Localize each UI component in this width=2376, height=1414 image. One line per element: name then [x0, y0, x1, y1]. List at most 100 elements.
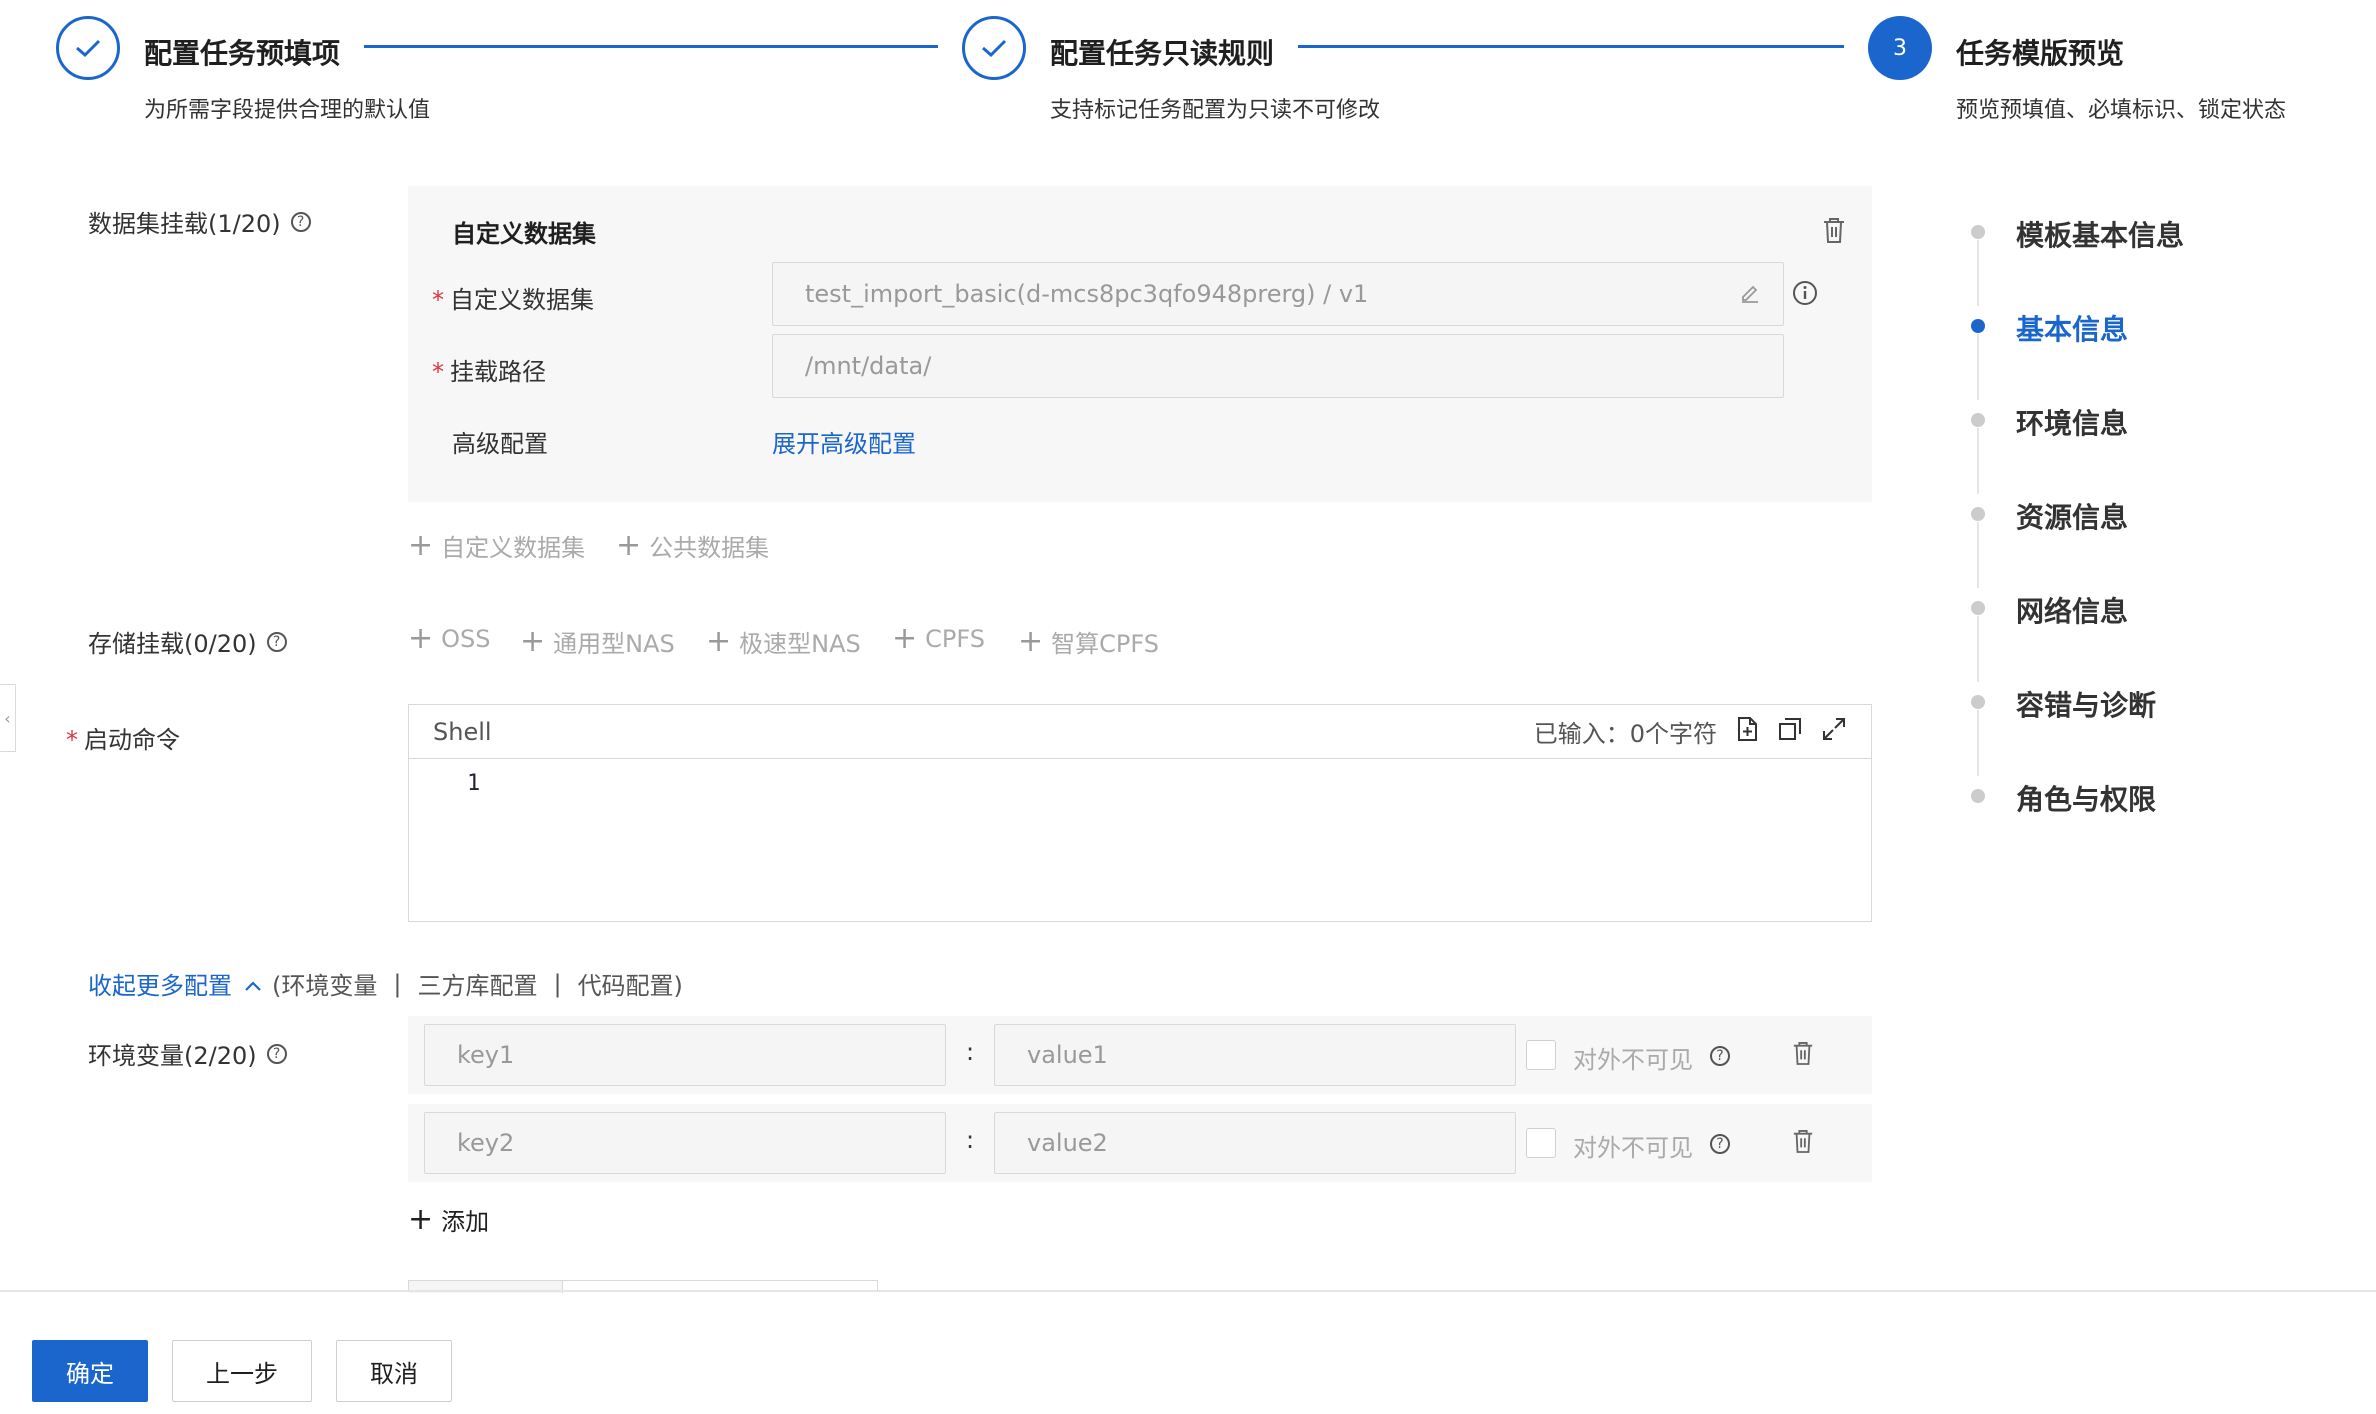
add-custom-dataset-button[interactable]: + 自定义数据集 — [408, 528, 585, 563]
nav-item-template-info[interactable]: 模板基本信息 — [2016, 214, 2184, 254]
env-value-input[interactable]: value2 — [994, 1112, 1516, 1174]
step-connector — [364, 45, 938, 48]
mount-path-field-label: * 挂载路径 — [432, 352, 546, 387]
env-key-input[interactable]: key1 — [424, 1024, 946, 1086]
env-row: key2 : value2 对外不可见 ? — [408, 1104, 1872, 1182]
plus-icon: + — [1018, 623, 1044, 659]
nav-item-resource-info[interactable]: 资源信息 — [2016, 496, 2128, 536]
help-icon[interactable]: ? — [1710, 1046, 1730, 1066]
step-connector — [1298, 45, 1844, 48]
add-env-var-button[interactable]: + 添加 — [408, 1202, 489, 1237]
nav-line — [1977, 522, 1979, 588]
trash-icon[interactable] — [1792, 1040, 1814, 1072]
add-ai-cpfs-button[interactable]: + 智算CPFS — [1018, 624, 1159, 659]
nav-item-fault-tolerance[interactable]: 容错与诊断 — [2016, 684, 2156, 724]
nav-dot — [1971, 413, 1985, 427]
nav-item-basic-info[interactable]: 基本信息 — [2016, 308, 2128, 348]
cancel-button[interactable]: 取消 — [336, 1340, 452, 1402]
add-extreme-nas-button[interactable]: + 极速型NAS — [706, 624, 861, 659]
plus-icon: + — [408, 1201, 434, 1237]
nav-dot-active — [1971, 319, 1985, 333]
help-icon[interactable]: ? — [266, 1043, 287, 1064]
trash-icon[interactable] — [1822, 216, 1846, 250]
mount-path-input[interactable]: /mnt/data/ — [772, 334, 1784, 398]
nav-dot — [1971, 225, 1985, 239]
collapse-handle[interactable]: ‹ — [0, 684, 16, 752]
nav-line — [1977, 240, 1979, 306]
dataset-mount-label: 数据集挂载(1/20) ? — [88, 204, 311, 239]
invisible-checkbox[interactable] — [1526, 1040, 1556, 1070]
step-2-check-icon — [962, 16, 1026, 80]
nav-line — [1977, 616, 1979, 682]
confirm-button[interactable]: 确定 — [32, 1340, 148, 1402]
info-icon[interactable] — [1792, 280, 1818, 312]
storage-option-label: CPFS — [925, 625, 985, 653]
expand-advanced-link[interactable]: 展开高级配置 — [772, 424, 916, 459]
storage-option-label: 极速型NAS — [739, 630, 861, 658]
step-2-title: 配置任务只读规则 — [1050, 37, 1275, 70]
nav-line — [1977, 334, 1979, 400]
step-1-desc: 为所需字段提供合理的默认值 — [144, 98, 431, 123]
env-key-input[interactable]: key2 — [424, 1112, 946, 1174]
add-custom-dataset-label: 自定义数据集 — [441, 534, 586, 562]
start-command-label: * 启动命令 — [66, 720, 180, 755]
nav-line — [1977, 428, 1979, 494]
trash-icon[interactable] — [1792, 1128, 1814, 1160]
char-count: 已输入：0个字符 — [1533, 720, 1717, 748]
custom-dataset-input[interactable]: test_import_basic(d-mcs8pc3qfo948prerg) … — [772, 262, 1784, 326]
invisible-checkbox[interactable] — [1526, 1128, 1556, 1158]
help-icon[interactable]: ? — [266, 631, 287, 652]
env-value-value: value2 — [1027, 1129, 1108, 1157]
start-command-label-text: 启动命令 — [84, 726, 180, 754]
fullscreen-icon[interactable] — [1821, 716, 1847, 748]
add-public-dataset-label: 公共数据集 — [649, 534, 770, 562]
nav-dot — [1971, 789, 1985, 803]
custom-dataset-label-text: 自定义数据集 — [450, 286, 594, 314]
add-general-nas-button[interactable]: + 通用型NAS — [520, 624, 675, 659]
plus-icon: + — [408, 621, 434, 656]
dataset-mount-label-text: 数据集挂载(1/20) — [88, 210, 281, 238]
editor-language: Shell — [433, 717, 492, 746]
footer-divider — [0, 1290, 2376, 1292]
nav-item-roles[interactable]: 角色与权限 — [2016, 778, 2156, 818]
plus-icon: + — [408, 527, 434, 563]
separator: | — [553, 969, 562, 998]
invisible-label: 对外不可见 — [1573, 1134, 1693, 1162]
prev-step-button[interactable]: 上一步 — [172, 1340, 312, 1402]
env-value-value: value1 — [1027, 1041, 1108, 1069]
panel-title: 自定义数据集 — [452, 220, 596, 248]
required-mark: * — [432, 286, 444, 314]
env-key-value: key2 — [457, 1129, 515, 1157]
mount-path-label-text: 挂载路径 — [450, 358, 546, 386]
step-3-title: 任务模版预览 — [1956, 37, 2125, 70]
insert-file-icon[interactable] — [1735, 716, 1759, 748]
help-icon[interactable]: ? — [290, 211, 311, 232]
env-value-input[interactable]: value1 — [994, 1024, 1516, 1086]
add-oss-button[interactable]: + OSS — [408, 624, 491, 654]
mount-path-value: /mnt/data/ — [805, 352, 932, 380]
nav-item-env-info[interactable]: 环境信息 — [2016, 402, 2128, 442]
help-icon[interactable]: ? — [1710, 1134, 1730, 1154]
nav-dot — [1971, 601, 1985, 615]
storage-mount-label: 存储挂载(0/20) ? — [88, 624, 287, 659]
nav-line — [1977, 710, 1979, 776]
nav-dot — [1971, 507, 1985, 521]
editor-header: Shell 已输入：0个字符 — [409, 705, 1871, 759]
storage-option-label: OSS — [441, 625, 491, 653]
storage-option-label: 智算CPFS — [1051, 630, 1159, 658]
step-2-desc: 支持标记任务配置为只读不可修改 — [1050, 98, 1381, 123]
copy-icon[interactable] — [1777, 716, 1803, 748]
edit-icon[interactable] — [1739, 281, 1761, 309]
add-cpfs-button[interactable]: + CPFS — [892, 624, 985, 654]
plus-icon: + — [616, 527, 642, 563]
storage-option-label: 通用型NAS — [553, 630, 675, 658]
add-public-dataset-button[interactable]: + 公共数据集 — [616, 528, 769, 563]
command-editor[interactable]: Shell 已输入：0个字符 1 — [408, 704, 1872, 922]
env-vars-label: 环境变量(2/20) ? — [88, 1036, 287, 1071]
chevron-up-icon[interactable] — [244, 970, 262, 998]
collapse-more-config-link[interactable]: 收起更多配置 — [88, 966, 232, 1001]
nav-dot — [1971, 695, 1985, 709]
nav-item-network-info[interactable]: 网络信息 — [2016, 590, 2128, 630]
required-mark: * — [432, 358, 444, 386]
custom-dataset-value: test_import_basic(d-mcs8pc3qfo948prerg) … — [805, 280, 1369, 308]
